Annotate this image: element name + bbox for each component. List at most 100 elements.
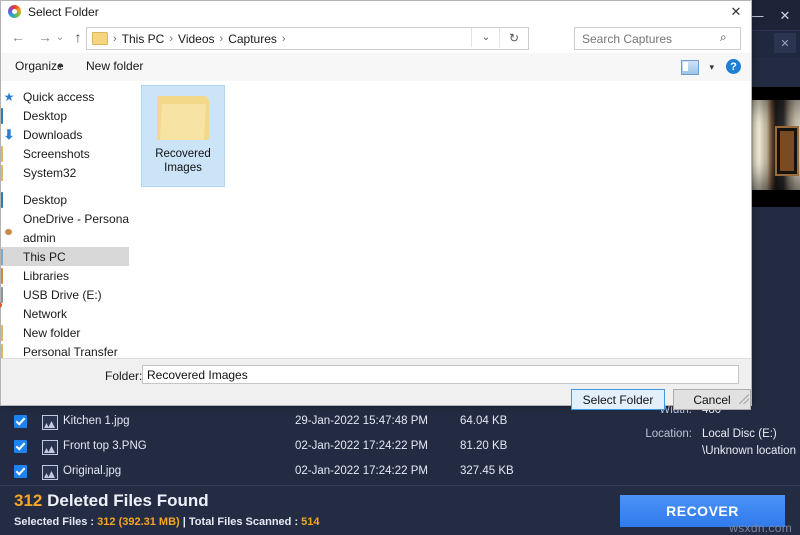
dialog-toolbar: Organize ▾ New folder ▾ ?	[1, 53, 751, 82]
sidebar-item-admin[interactable]: admin	[1, 228, 129, 247]
resize-grip[interactable]	[739, 394, 749, 404]
sidebar-item-label: Downloads	[23, 127, 83, 142]
back-icon[interactable]: ←	[7, 26, 29, 48]
deleted-files-label: Deleted Files Found	[42, 491, 209, 510]
table-row[interactable]: Original.jpg 02-Jan-2022 17:24:22 PM 327…	[0, 460, 605, 485]
organize-button[interactable]: Organize	[15, 59, 64, 73]
sidebar-item-label: admin	[23, 230, 56, 245]
image-file-icon	[42, 415, 58, 430]
file-name: Original.jpg	[63, 465, 122, 477]
folder-field-label: Folder:	[105, 369, 143, 383]
table-row[interactable]: Front top 3.PNG 02-Jan-2022 17:24:22 PM …	[0, 435, 605, 460]
network-icon	[1, 307, 17, 321]
folder-name-input[interactable]: Recovered Images	[142, 365, 739, 384]
search-input[interactable]: Search Captures ⌕	[574, 27, 741, 50]
sidebar-item-new-folder[interactable]: New folder	[1, 323, 129, 342]
sidebar-item-label: Screenshots	[23, 146, 90, 161]
folder-icon	[92, 32, 108, 45]
new-folder-button[interactable]: New folder	[86, 59, 143, 73]
sidebar-item-label: System32	[23, 165, 77, 180]
folder-icon	[1, 164, 17, 181]
image-file-icon	[42, 440, 58, 455]
chevron-down-icon[interactable]: ▾	[709, 62, 714, 73]
sidebar-item-label: Desktop	[23, 192, 68, 207]
chevron-down-icon[interactable]: ▾	[58, 61, 63, 72]
app-logo-icon	[8, 5, 21, 18]
row-checkbox[interactable]	[14, 415, 27, 428]
file-size: 64.04 KB	[460, 415, 508, 427]
detail-value: \Unknown location	[702, 445, 796, 457]
content-pane[interactable]: Recovered Images	[129, 81, 751, 359]
breadcrumb-separator: ›	[281, 32, 286, 45]
folder-item-label: Recovered Images	[142, 147, 224, 175]
file-size: 327.45 KB	[460, 465, 514, 477]
sidebar-item-label: Libraries	[23, 268, 70, 283]
watermark: wsxdn.com	[729, 521, 792, 535]
select-folder-button[interactable]: Select Folder	[571, 389, 665, 410]
status-summary: Selected Files : 312 (392.31 MB) | Total…	[14, 516, 320, 528]
view-mode-icon[interactable]	[681, 60, 699, 75]
sidebar-item-usb-drive[interactable]: USB Drive (E:)	[1, 285, 129, 304]
dialog-title-bar: Select Folder ✕	[1, 1, 751, 22]
row-checkbox[interactable]	[14, 465, 27, 478]
sidebar-item-onedrive[interactable]: OneDrive - Persona	[1, 209, 129, 228]
sidebar-item-label: This PC	[23, 249, 66, 264]
folder-label-line1: Recovered	[155, 148, 211, 160]
file-name: Front top 3.PNG	[63, 440, 147, 452]
sidebar-item-label: OneDrive - Persona	[23, 211, 130, 226]
sub-close-icon[interactable]: ✕	[774, 33, 796, 53]
breadcrumb-item-this-pc[interactable]: This PC	[122, 32, 165, 46]
monitor-icon	[1, 107, 17, 124]
recent-locations-icon[interactable]: ⌄	[53, 26, 67, 48]
sidebar-item-screenshots[interactable]: Screenshots	[1, 144, 129, 163]
library-icon	[1, 267, 17, 284]
search-placeholder: Search Captures	[582, 31, 673, 46]
preview-photo-image	[745, 100, 800, 190]
help-icon[interactable]: ?	[726, 59, 741, 74]
breadcrumb-separator: ›	[169, 32, 174, 45]
breadcrumb[interactable]: › This PC › Videos › Captures › ⌄ ↻	[86, 27, 529, 50]
sidebar-item-label: Personal Transfer	[23, 344, 118, 359]
detail-label: Location:	[645, 428, 692, 440]
deleted-files-found-text: 312 Deleted Files Found	[14, 491, 209, 511]
sidebar-item-system32[interactable]: System32	[1, 163, 129, 182]
folder-icon	[1, 324, 17, 341]
sidebar-item-libraries[interactable]: Libraries	[1, 266, 129, 285]
row-checkbox[interactable]	[14, 440, 27, 453]
folder-item-recovered-images[interactable]: Recovered Images	[141, 85, 225, 187]
file-name: Kitchen 1.jpg	[63, 415, 130, 427]
scanned-files-label: Total Files Scanned :	[188, 516, 302, 528]
chevron-down-icon[interactable]: ⌄	[471, 28, 500, 47]
sidebar-item-quick-access[interactable]: ★ Quick access	[1, 87, 129, 106]
breadcrumb-item-captures[interactable]: Captures	[228, 32, 277, 46]
sidebar-item-label: Desktop	[23, 108, 68, 123]
sidebar-item-downloads[interactable]: ⬇ Downloads	[1, 125, 129, 144]
dialog-close-icon[interactable]: ✕	[721, 1, 751, 22]
file-date: 02-Jan-2022 17:24:22 PM	[295, 440, 428, 452]
refresh-icon[interactable]: ↻	[499, 28, 528, 47]
sidebar-item-label: Network	[23, 306, 68, 321]
selected-files-label: Selected Files :	[14, 516, 98, 528]
star-icon: ★	[3, 89, 15, 104]
detail-row: \Unknown location	[610, 445, 796, 465]
download-icon: ⬇	[3, 126, 15, 142]
folder-icon	[1, 343, 17, 360]
file-list[interactable]: Kitchen 1.jpg 29-Jan-2022 15:47:48 PM 64…	[0, 410, 605, 486]
pc-icon	[1, 248, 17, 265]
usb-icon	[1, 286, 17, 303]
table-row[interactable]: Kitchen 1.jpg 29-Jan-2022 15:47:48 PM 64…	[0, 410, 605, 435]
sidebar-item-desktop[interactable]: Desktop	[1, 106, 129, 125]
preview-panel	[745, 57, 800, 410]
app-window-controls: — ✕	[744, 0, 800, 30]
search-icon: ⌕	[720, 30, 727, 44]
breadcrumb-item-videos[interactable]: Videos	[178, 32, 214, 46]
sidebar-item-desktop-root[interactable]: Desktop	[1, 190, 129, 209]
sidebar-item-label: New folder	[23, 325, 81, 340]
breadcrumb-separator: ›	[219, 32, 224, 45]
sidebar-item-this-pc[interactable]: This PC	[1, 247, 129, 266]
close-icon[interactable]: ✕	[770, 0, 800, 30]
sidebar-item-network[interactable]: Network	[1, 304, 129, 323]
dialog-footer: Folder: Recovered Images Select Folder C…	[1, 358, 751, 410]
file-date: 02-Jan-2022 17:24:22 PM	[295, 465, 428, 477]
folder-label-line2: Images	[164, 162, 202, 174]
